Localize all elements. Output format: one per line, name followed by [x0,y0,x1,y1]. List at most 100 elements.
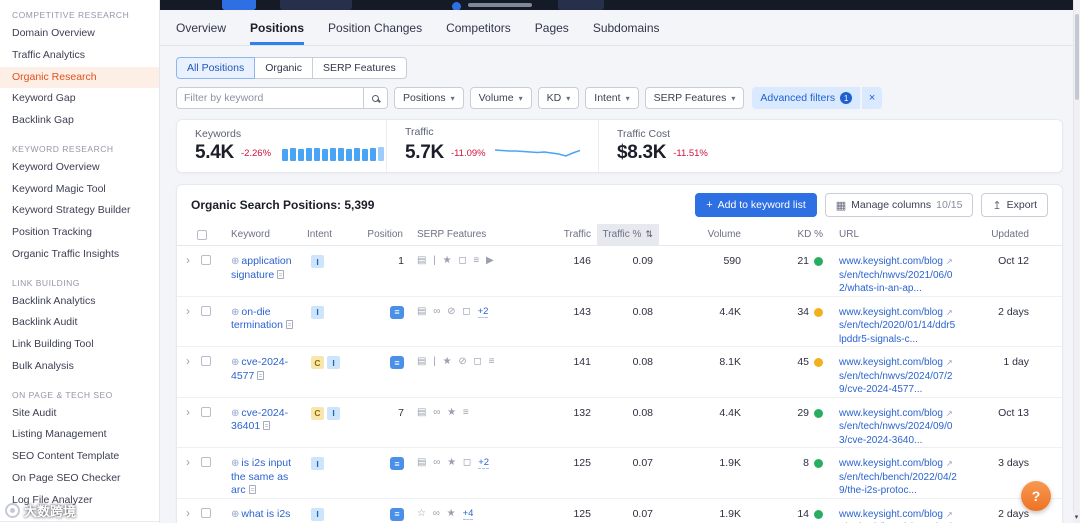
url-path[interactable]: s/en/tech/nwvs/2021/06/02/whats-in-an-ap… [839,269,957,296]
tab-competitors[interactable]: Competitors [446,10,511,45]
document-icon[interactable] [257,370,265,380]
export-button[interactable]: ↥ Export [981,193,1048,217]
tab-position-changes[interactable]: Position Changes [328,10,422,45]
sidebar-item-site-audit[interactable]: Site Audit [0,403,159,425]
tab-subdomains[interactable]: Subdomains [593,10,660,45]
tab-overview[interactable]: Overview [176,10,226,45]
advanced-filters-button[interactable]: Advanced filters 1 [752,87,861,109]
serp-more-link[interactable]: +2 [478,457,490,470]
search-button[interactable] [363,88,387,108]
row-expander[interactable]: › [183,448,197,498]
serp-more-link[interactable]: +4 [462,508,474,521]
vertical-scrollbar[interactable] [1073,0,1080,523]
keyword-link[interactable]: is i2s input the same as arc [231,457,291,496]
col-header-kd[interactable]: KD % [747,224,831,245]
add-keyword-icon[interactable]: ⊕ [231,509,239,520]
url-link[interactable]: www.keysight.com/blog [839,256,943,267]
keyword-link[interactable]: what is i2s hdmi input [231,508,290,523]
sidebar-item-keyword-gap[interactable]: Keyword Gap [0,88,159,110]
scrollbar-down-arrow[interactable]: ▾ [1073,511,1080,523]
keyword-filter-input[interactable] [177,88,363,108]
row-checkbox[interactable] [201,255,211,265]
select-all-checkbox[interactable] [197,229,207,240]
add-keyword-icon[interactable]: ⊕ [231,307,239,318]
col-header-traffic-pct[interactable]: Traffic % ⇅ [597,224,659,245]
document-icon[interactable] [285,320,293,330]
row-checkbox[interactable] [201,507,211,518]
add-keyword-icon[interactable]: ⊕ [231,357,239,368]
sidebar-item-position-tracking[interactable]: Position Tracking [0,222,159,244]
url-link[interactable]: www.keysight.com/blog [839,357,943,368]
row-expander[interactable]: › [183,398,197,448]
sidebar-item-backlink-analytics[interactable]: Backlink Analytics [0,291,159,313]
tab-positions[interactable]: Positions [250,10,304,45]
help-button[interactable]: ? [1021,481,1051,511]
col-header-position[interactable]: Position [367,224,409,245]
sidebar-item-organic-research[interactable]: Organic Research [0,66,159,89]
row-expander[interactable]: › [183,347,197,397]
serp-more-link[interactable]: +2 [477,306,489,318]
sidebar-item-traffic-analytics[interactable]: Traffic Analytics [0,45,159,67]
external-link-icon[interactable]: ↗ [946,459,953,468]
row-expander[interactable]: › [183,297,197,347]
col-header-updated[interactable]: Updated [967,224,1053,245]
filter-serp-features-dropdown[interactable]: SERP Features ▾ [644,87,745,109]
subtab-organic[interactable]: Organic [254,57,313,79]
filter-intent-dropdown[interactable]: Intent ▾ [585,87,639,109]
row-checkbox[interactable] [201,356,211,366]
row-checkbox[interactable] [201,305,211,316]
filter-kd-dropdown[interactable]: KD ▾ [537,87,580,109]
sidebar-item-backlink-gap[interactable]: Backlink Gap [0,110,159,132]
url-path[interactable]: s/en/tech/nwvs/2024/07/29/cve-2024-4577.… [839,370,957,397]
sidebar-item-seo-content-template[interactable]: SEO Content Template [0,446,159,468]
url-path[interactable]: s/en/tech/2020/01/14/ddr5lpddr5-signals-… [839,319,957,346]
url-link[interactable]: www.keysight.com/blog [839,509,943,520]
external-link-icon[interactable]: ↗ [946,409,953,418]
filter-positions-dropdown[interactable]: Positions ▾ [394,87,464,109]
add-keyword-icon[interactable]: ⊕ [231,256,239,267]
external-link-icon[interactable]: ↗ [946,510,953,519]
scrollbar-thumb[interactable] [1075,14,1079,100]
keyword-link[interactable]: cve-2024-36401 [231,407,288,433]
add-to-keyword-list-button[interactable]: + Add to keyword list [695,193,817,217]
manage-columns-button[interactable]: ▦ Manage columns 10/15 [824,193,974,217]
col-header-url[interactable]: URL [831,224,967,245]
row-checkbox[interactable] [201,406,211,417]
url-link[interactable]: www.keysight.com/blog [839,307,943,318]
url-link[interactable]: www.keysight.com/blog [839,458,943,469]
col-header-serp-features[interactable]: SERP Features [409,224,551,245]
col-header-traffic[interactable]: Traffic [551,224,597,245]
sidebar-item-on-page-seo-checker[interactable]: On Page SEO Checker [0,468,159,490]
sidebar-item-backlink-audit[interactable]: Backlink Audit [0,312,159,334]
external-link-icon[interactable]: ↗ [946,257,953,266]
sidebar-item-link-building-tool[interactable]: Link Building Tool [0,334,159,356]
add-keyword-icon[interactable]: ⊕ [231,408,239,419]
url-path[interactable]: s/en/tech/nwvs/2024/09/03/cve-2024-3640.… [839,420,957,447]
row-expander[interactable]: › [183,246,197,296]
url-link[interactable]: www.keysight.com/blog [839,408,943,419]
col-header-keyword[interactable]: Keyword [221,224,307,245]
external-link-icon[interactable]: ↗ [946,308,953,317]
sidebar-item-keyword-magic-tool[interactable]: Keyword Magic Tool [0,179,159,201]
clear-filters-button[interactable]: × [862,87,883,109]
sidebar-item-domain-overview[interactable]: Domain Overview [0,23,159,45]
sidebar-item-bulk-analysis[interactable]: Bulk Analysis [0,356,159,378]
filter-volume-dropdown[interactable]: Volume ▾ [469,87,532,109]
sidebar-item-keyword-strategy-builder[interactable]: Keyword Strategy Builder [0,200,159,222]
document-icon[interactable] [248,485,256,495]
sidebar-item-organic-traffic-insights[interactable]: Organic Traffic Insights [0,244,159,266]
sidebar-item-keyword-overview[interactable]: Keyword Overview [0,157,159,179]
col-header-volume[interactable]: Volume [659,224,747,245]
sidebar-item-log-file-analyzer[interactable]: Log File Analyzer [0,490,159,512]
url-path[interactable]: s/en/tech/bench/2022/04/29/the-i2s-proto… [839,471,957,498]
subtab-serp-features[interactable]: SERP Features [311,57,407,79]
add-keyword-icon[interactable]: ⊕ [231,458,239,469]
row-checkbox[interactable] [201,457,211,467]
document-icon[interactable] [277,269,285,279]
tab-pages[interactable]: Pages [535,10,569,45]
row-expander[interactable]: › [183,499,197,523]
sidebar-item-listing-management[interactable]: Listing Management [0,424,159,446]
subtab-all-positions[interactable]: All Positions [176,57,256,79]
external-link-icon[interactable]: ↗ [946,358,953,367]
document-icon[interactable] [263,421,271,431]
